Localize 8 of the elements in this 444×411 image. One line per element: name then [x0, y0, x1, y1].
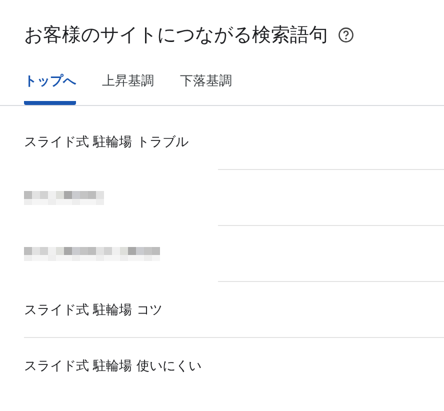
search-term: スライド式 駐輪場 トラブル	[24, 134, 188, 151]
search-term: スライド式 駐輪場 使いにくい	[24, 358, 202, 375]
search-term: スライド式 駐輪場 コツ	[24, 302, 162, 319]
help-icon[interactable]	[338, 27, 354, 43]
panel-title: お客様のサイトにつながる検索語句	[24, 23, 328, 48]
tab[interactable]: 下落基調	[180, 72, 232, 105]
tab[interactable]: 上昇基調	[102, 72, 154, 105]
tab[interactable]: トップへ	[24, 72, 76, 105]
